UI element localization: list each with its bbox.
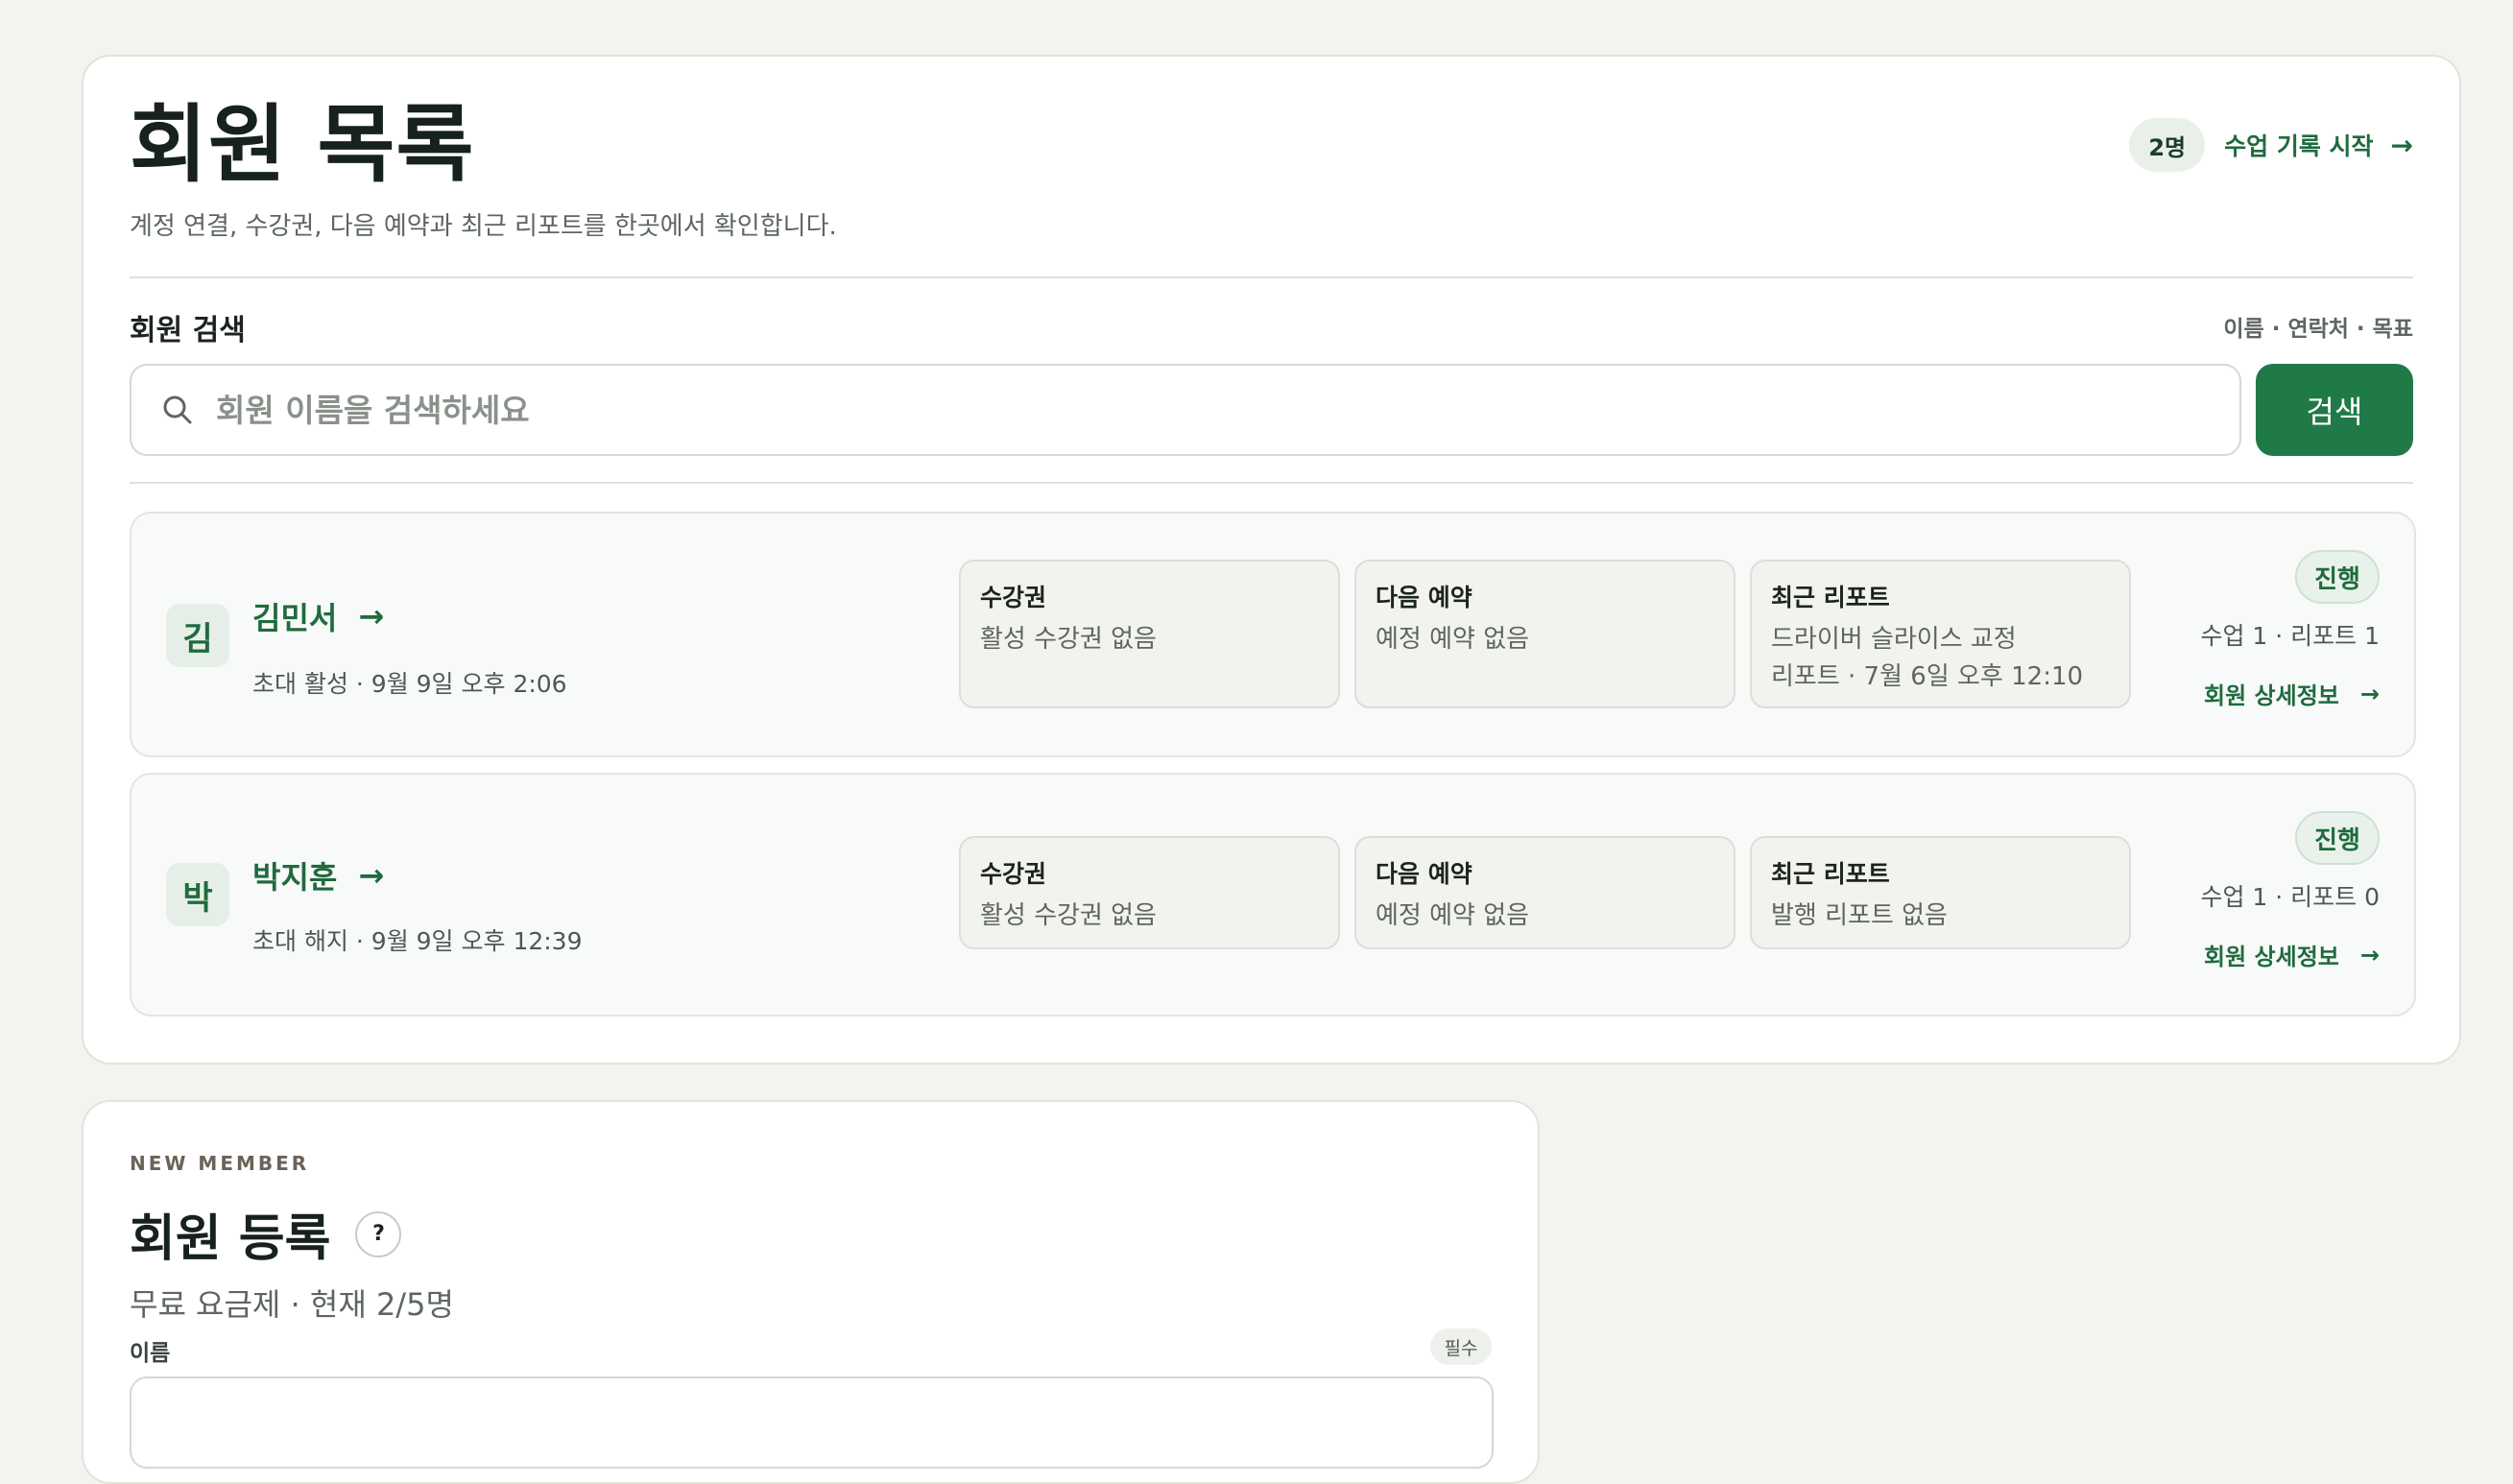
member-detail-label: 회원 상세정보 [2204,682,2339,709]
plan-info: 무료 요금제 · 현재 2/5명 [130,1286,454,1323]
booking-value: 예정 예약 없음 [1376,625,1530,654]
member-card[interactable]: 김 김민서 → 초대 활성 · 9월 9일 오후 2:06 수강권 활성 수강권… [130,512,2416,757]
pass-value: 활성 수강권 없음 [980,901,1157,930]
report-date: 리포트 · 7월 6일 오후 12:10 [1771,662,2084,691]
report-info-box: 최근 리포트 드라이버 슬라이스 교정 리포트 · 7월 6일 오후 12:10 [1750,560,2131,708]
avatar: 김 [166,604,229,667]
report-title: 최근 리포트 [1771,860,1890,888]
report-info-box: 최근 리포트 발행 리포트 없음 [1750,836,2131,949]
page-title: 회원 목록 [130,95,475,194]
start-lesson-link[interactable]: 수업 기록 시작 → [2224,128,2413,162]
search-label: 회원 검색 [130,314,246,347]
report-title: 최근 리포트 [1771,584,1890,611]
new-member-title-row: 회원 등록 ? [130,1198,402,1270]
arrow-right-icon: → [358,598,385,634]
member-count-badge: 2명 [2129,118,2206,172]
member-meta: 초대 활성 · 9월 9일 오후 2:06 [252,670,567,698]
pass-title: 수강권 [980,584,1047,611]
member-card[interactable]: 박 박지훈 → 초대 해지 · 9월 9일 오후 12:39 수강권 활성 수강… [130,773,2416,1017]
divider [130,276,2413,278]
report-value: 드라이버 슬라이스 교정 [1771,625,2017,654]
booking-title: 다음 예약 [1376,860,1472,888]
member-detail-label: 회원 상세정보 [2204,944,2339,970]
required-badge: 필수 [1430,1328,1492,1365]
member-name-link[interactable]: 김민서 → [252,594,384,638]
pass-value: 활성 수강권 없음 [980,625,1157,654]
search-icon [163,395,192,424]
report-value: 발행 리포트 없음 [1771,901,1948,930]
member-name: 김민서 [252,600,338,636]
search-button[interactable]: 검색 [2256,364,2413,456]
member-detail-link[interactable]: 회원 상세정보 → [2204,938,2380,971]
arrow-right-icon: → [2359,680,2380,707]
start-lesson-label: 수업 기록 시작 [2224,132,2374,160]
arrow-right-icon: → [2359,941,2380,969]
search-hint: 이름 · 연락처 · 목표 [2223,317,2413,342]
booking-info-box: 다음 예약 예정 예약 없음 [1354,836,1735,949]
divider [130,482,2413,484]
member-name: 박지훈 [252,859,338,896]
page-subtitle: 계정 연결, 수강권, 다음 예약과 최근 리포트를 한곳에서 확인합니다. [130,212,837,241]
arrow-right-icon: → [358,857,385,894]
name-field-label: 이름 [130,1341,171,1366]
help-icon[interactable]: ? [355,1210,402,1257]
avatar: 박 [166,863,229,926]
pass-info-box: 수강권 활성 수강권 없음 [959,560,1340,708]
section-eyebrow: NEW MEMBER [130,1152,310,1175]
search-input[interactable] [216,371,2239,448]
pass-info-box: 수강권 활성 수강권 없음 [959,836,1340,949]
status-badge: 진행 [2295,550,2380,604]
member-meta: 초대 해지 · 9월 9일 오후 12:39 [252,927,583,955]
booking-info-box: 다음 예약 예정 예약 없음 [1354,560,1735,708]
header-actions: 2명 수업 기록 시작 → [2129,118,2413,172]
new-member-card: NEW MEMBER 회원 등록 ? 무료 요금제 · 현재 2/5명 이름 필… [82,1100,1540,1484]
member-detail-link[interactable]: 회원 상세정보 → [2204,677,2380,710]
booking-value: 예정 예약 없음 [1376,901,1530,930]
new-member-title: 회원 등록 [130,1210,331,1268]
status-badge: 진행 [2295,811,2380,865]
member-list-card: 회원 목록 계정 연결, 수강권, 다음 예약과 최근 리포트를 한곳에서 확인… [82,55,2461,1065]
pass-title: 수강권 [980,860,1047,888]
member-stats: 수업 1 · 리포트 1 [2200,622,2380,650]
booking-title: 다음 예약 [1376,584,1472,611]
member-stats: 수업 1 · 리포트 0 [2200,883,2380,911]
member-name-link[interactable]: 박지훈 → [252,853,384,898]
name-field[interactable] [130,1376,1494,1469]
arrow-right-icon: → [2390,129,2413,161]
search-box[interactable] [130,364,2241,456]
